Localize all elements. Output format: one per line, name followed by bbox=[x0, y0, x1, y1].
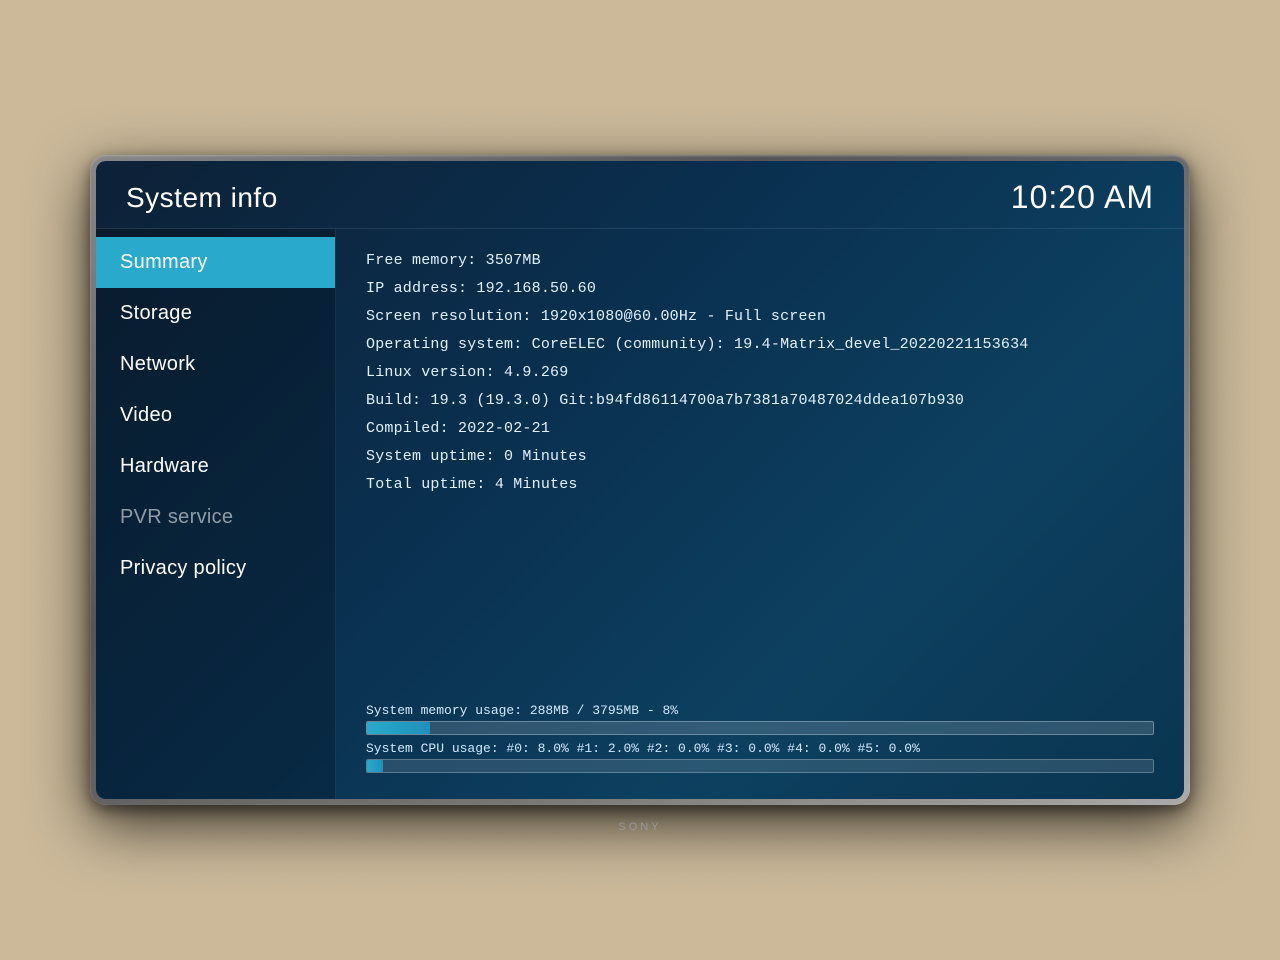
info-screen-resolution: Screen resolution: 1920x1080@60.00Hz - F… bbox=[366, 305, 1154, 329]
info-free-memory: Free memory: 3507MB bbox=[366, 249, 1154, 273]
info-lines: Free memory: 3507MB IP address: 192.168.… bbox=[366, 249, 1154, 693]
info-system-uptime: System uptime: 0 Minutes bbox=[366, 445, 1154, 469]
memory-label: System memory usage: 288MB / 3795MB - 8% bbox=[366, 703, 1154, 718]
clock: 10:20 AM bbox=[1011, 179, 1154, 216]
info-linux-version: Linux version: 4.9.269 bbox=[366, 361, 1154, 385]
info-compiled: Compiled: 2022-02-21 bbox=[366, 417, 1154, 441]
tv-screen: System info 10:20 AM Summary Storage Net… bbox=[96, 161, 1184, 799]
sidebar-item-summary[interactable]: Summary bbox=[96, 237, 335, 288]
sidebar-item-storage[interactable]: Storage bbox=[96, 288, 335, 339]
sidebar-item-hardware[interactable]: Hardware bbox=[96, 441, 335, 492]
sidebar-item-pvr[interactable]: PVR service bbox=[96, 492, 335, 543]
info-ip-address: IP address: 192.168.50.60 bbox=[366, 277, 1154, 301]
content-area: Free memory: 3507MB IP address: 192.168.… bbox=[336, 229, 1184, 799]
info-build: Build: 19.3 (19.3.0) Git:b94fd86114700a7… bbox=[366, 389, 1154, 413]
sidebar-item-video[interactable]: Video bbox=[96, 390, 335, 441]
screen-content: System info 10:20 AM Summary Storage Net… bbox=[96, 161, 1184, 799]
cpu-progress-fill bbox=[367, 760, 383, 772]
tv-brand-label: SONY bbox=[618, 821, 661, 833]
stats-section: System memory usage: 288MB / 3795MB - 8%… bbox=[366, 693, 1154, 779]
cpu-progress-bar bbox=[366, 759, 1154, 773]
info-total-uptime: Total uptime: 4 Minutes bbox=[366, 473, 1154, 497]
wall: System info 10:20 AM Summary Storage Net… bbox=[0, 0, 1280, 960]
info-operating-system: Operating system: CoreELEC (community): … bbox=[366, 333, 1154, 357]
app-title: System info bbox=[126, 182, 278, 214]
cpu-label: System CPU usage: #0: 8.0% #1: 2.0% #2: … bbox=[366, 741, 1154, 756]
memory-progress-fill bbox=[367, 722, 430, 734]
memory-progress-bar bbox=[366, 721, 1154, 735]
cpu-stat-row: System CPU usage: #0: 8.0% #1: 2.0% #2: … bbox=[366, 741, 1154, 773]
sidebar-item-privacy[interactable]: Privacy policy bbox=[96, 543, 335, 594]
main-layout: Summary Storage Network Video Hardware P… bbox=[96, 229, 1184, 799]
sidebar-item-network[interactable]: Network bbox=[96, 339, 335, 390]
memory-stat-row: System memory usage: 288MB / 3795MB - 8% bbox=[366, 703, 1154, 735]
header: System info 10:20 AM bbox=[96, 161, 1184, 229]
sidebar: Summary Storage Network Video Hardware P… bbox=[96, 229, 336, 799]
tv-outer: System info 10:20 AM Summary Storage Net… bbox=[90, 155, 1190, 805]
